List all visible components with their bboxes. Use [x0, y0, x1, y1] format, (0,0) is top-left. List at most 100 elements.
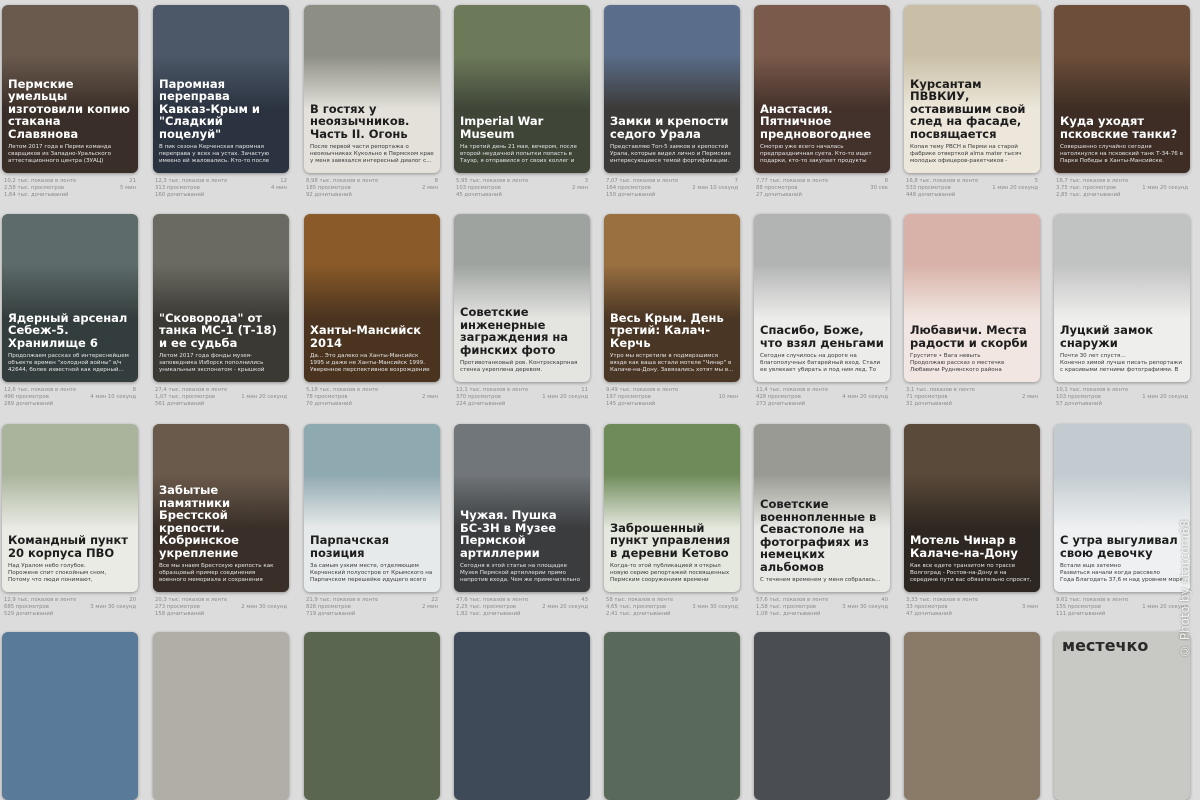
card-text: Анастасия. Пятничное предновогоднее Смотр… [760, 102, 884, 166]
article-card[interactable]: Анастасия. Пятничное предновогоднее Смотр… [754, 5, 890, 173]
read-time: 1 мин 20 секунд [542, 394, 588, 400]
article-description: Сегодня случилось на дороге на благополу… [760, 353, 881, 373]
card-text: Спасибо, Боже, что взял деньгами Сегодня … [760, 324, 884, 374]
article-card[interactable]: Пермские умельцы изготовили копию стакан… [2, 5, 138, 173]
article-card[interactable]: Ядерный арсенал Себеж-5. Хранилище 6 Прод… [2, 214, 138, 382]
article-title[interactable]: Чужая. Пушка БС-3Н в Музее Пермской арти… [460, 509, 584, 559]
article-card-partial[interactable] [904, 632, 1040, 800]
article-title[interactable]: В гостях у неоязычников. Часть II. Огонь [310, 102, 434, 141]
article-title[interactable]: Курсантам ПВВКИУ, оставившим свой след н… [910, 77, 1034, 141]
impressions-count: 11,4 тыс. показов в ленте [756, 387, 829, 393]
article-card[interactable]: Забытые памятники Брестской крепости. Ко… [153, 424, 289, 592]
article-stats: 12,3 тыс. показов в ленте 12 313 просмотро… [153, 178, 289, 205]
article-card[interactable]: В гостях у неоязычников. Часть II. Огонь… [304, 5, 440, 173]
article-title[interactable]: С утра выгуливал свою девочку [1060, 534, 1184, 559]
article-stats: 3,1 тыс. показов в ленте 71 просмотров 2 м… [904, 387, 1040, 414]
reads-count: 145 дочитываний [606, 401, 656, 407]
article-card[interactable]: Мотель Чинар в Калаче-на-Дону Как все еде… [904, 424, 1040, 592]
article-card-partial[interactable] [304, 632, 440, 800]
article-title[interactable]: Ханты-Мансийск 2014 [310, 324, 434, 349]
article-card[interactable]: Ханты-Мансийск 2014 Да... Это далеко на Х… [304, 214, 440, 382]
article-card[interactable]: "Сковорода" от танка МС-1 (Т-18) и ее су… [153, 214, 289, 382]
article-title: местечко [1062, 636, 1149, 655]
article-card[interactable]: Луцкий замок снаружи Почти 30 лет спустя.… [1054, 214, 1190, 382]
article-title[interactable]: Любавичи. Места радости и скорби [910, 324, 1034, 349]
card-text: Пермские умельцы изготовили копию стакан… [8, 77, 132, 166]
reads-count: 448 дочитываний [906, 192, 956, 198]
article-card-partial[interactable] [153, 632, 289, 800]
article-description: Когда-то этой публикацией я открыл новую… [610, 563, 730, 583]
article-stats: 20,3 тыс. показов в ленте 273 просмотров 2… [153, 597, 289, 624]
read-time: 3 мин 30 секунд [692, 604, 738, 610]
article-card[interactable]: Командный пункт 20 корпуса ПВО Над Уралом… [2, 424, 138, 592]
read-time: 1 мин 20 секунд [1142, 185, 1188, 191]
reads-count: 150 дочитываний [606, 192, 656, 198]
article-card[interactable]: Парпачская позиция За самым узким месте, … [304, 424, 440, 592]
article-card[interactable]: Любавичи. Места радости и скорби Грустите… [904, 214, 1040, 382]
article-card[interactable]: Советские военнопленные в Севастополе на… [754, 424, 890, 592]
read-time: 1 мин 20 секунд [1142, 394, 1188, 400]
article-card-partial[interactable] [454, 632, 590, 800]
article-stats: 9,61 тыс. показов в ленте 155 просмотров 1… [1054, 597, 1190, 624]
article-stats: 18,7 тыс. показов в ленте 3,75 тыс. просм… [1054, 178, 1190, 205]
article-description: Как все едете транзитом по трассе Волгог… [910, 563, 1032, 583]
article-stats: 9,49 тыс. показов в ленте 197 просмотров 1… [604, 387, 740, 414]
views-count: 2,58 тыс. просмотров [4, 185, 65, 191]
article-card-partial[interactable]: местечко [1054, 632, 1190, 800]
article-title[interactable]: Замки и крепости седого Урала [610, 115, 734, 140]
article-card[interactable]: Спасибо, Боже, что взял деньгами Сегодня … [754, 214, 890, 382]
likes-count: 5 [1034, 178, 1038, 184]
reads-count: 719 дочитываний [306, 611, 356, 617]
article-title[interactable]: Командный пункт 20 корпуса ПВО [8, 534, 132, 559]
article-description: Летом 2017 года фонды музея-заповедника … [159, 353, 265, 373]
article-title[interactable]: "Сковорода" от танка МС-1 (Т-18) и ее су… [159, 311, 283, 350]
article-card[interactable]: Чужая. Пушка БС-3Н в Музее Пермской арти… [454, 424, 590, 592]
read-time: 5 мин [120, 185, 136, 191]
likes-count: 20 [129, 597, 136, 603]
article-description: За самым узким месте, отделяющем Керченс… [310, 563, 433, 583]
likes-count: 8 [132, 387, 136, 393]
article-description: Копая тему РВСН в Перми на старой фабрик… [910, 144, 1022, 164]
article-title[interactable]: Анастасия. Пятничное предновогоднее [760, 102, 884, 141]
article-stats: 8,98 тыс. показов в ленте 8 185 просмотров… [304, 178, 440, 205]
article-card[interactable]: Курсантам ПВВКИУ, оставившим свой след н… [904, 5, 1040, 173]
article-card[interactable]: Imperial War Museum На третий день 21 мая… [454, 5, 590, 173]
card-text: Любавичи. Места радости и скорби Грустите… [910, 324, 1034, 374]
article-title[interactable]: Imperial War Museum [460, 115, 584, 140]
article-card-partial[interactable] [754, 632, 890, 800]
article-title[interactable]: Ядерный арсенал Себеж-5. Хранилище 6 [8, 311, 132, 350]
article-title[interactable]: Советские военнопленные в Севастополе на… [760, 498, 884, 573]
article-title[interactable]: Луцкий замок снаружи [1060, 324, 1184, 349]
views-count: 3,75 тыс. просмотров [1056, 185, 1117, 191]
article-card[interactable]: Советские инженерные заграждения на финс… [454, 214, 590, 382]
reads-count: 1,08 тыс. дочитываний [756, 611, 821, 617]
article-stats: 12,9 тыс. показов в ленте 20 685 просмотро… [2, 597, 138, 624]
article-card[interactable]: Паромная переправа Кавказ-Крым и "Сладки… [153, 5, 289, 173]
views-count: 1,58 тыс. просмотров [756, 604, 817, 610]
article-title[interactable]: Парпачская позиция [310, 534, 434, 559]
article-title[interactable]: Советские инженерные заграждения на финс… [460, 306, 584, 356]
article-title[interactable]: Спасибо, Боже, что взял деньгами [760, 324, 884, 349]
impressions-count: 8,98 тыс. показов в ленте [306, 178, 379, 184]
article-card[interactable]: Весь Крым. День третий: Калач-Керчь Утро … [604, 214, 740, 382]
article-title[interactable]: Мотель Чинар в Калаче-на-Дону [910, 534, 1034, 559]
article-title[interactable]: Забытые памятники Брестской крепости. Ко… [159, 484, 283, 559]
article-title[interactable]: Паромная переправа Кавказ-Крым и "Сладки… [159, 77, 283, 141]
read-time: 4 мин 20 секунд [842, 394, 888, 400]
read-time: 2 мин [422, 185, 438, 191]
article-stats: 12,6 тыс. показов в ленте 8 496 просмотров… [2, 387, 138, 414]
card-text: Парпачская позиция За самым узким месте, … [310, 534, 434, 584]
article-title[interactable]: Пермские умельцы изготовили копию стакан… [8, 77, 132, 141]
article-title[interactable]: Весь Крым. День третий: Калач-Керчь [610, 311, 734, 350]
photo-watermark: © Photo by starcom68 [1178, 519, 1192, 658]
article-card[interactable]: Заброшенный пункт управления в деревни К… [604, 424, 740, 592]
read-time: 30 сек [870, 185, 888, 191]
article-card[interactable]: Куда уходят псковские танки? Совершенно с… [1054, 5, 1190, 173]
article-card-partial[interactable] [604, 632, 740, 800]
impressions-count: 57,6 тыс. показов в ленте [756, 597, 829, 603]
article-card[interactable]: Замки и крепости седого Урала Представляю… [604, 5, 740, 173]
article-card[interactable]: С утра выгуливал свою девочку Встали еще … [1054, 424, 1190, 592]
article-title[interactable]: Куда уходят псковские танки? [1060, 115, 1184, 140]
article-title[interactable]: Заброшенный пункт управления в деревни К… [610, 521, 734, 560]
article-card-partial[interactable] [2, 632, 138, 800]
